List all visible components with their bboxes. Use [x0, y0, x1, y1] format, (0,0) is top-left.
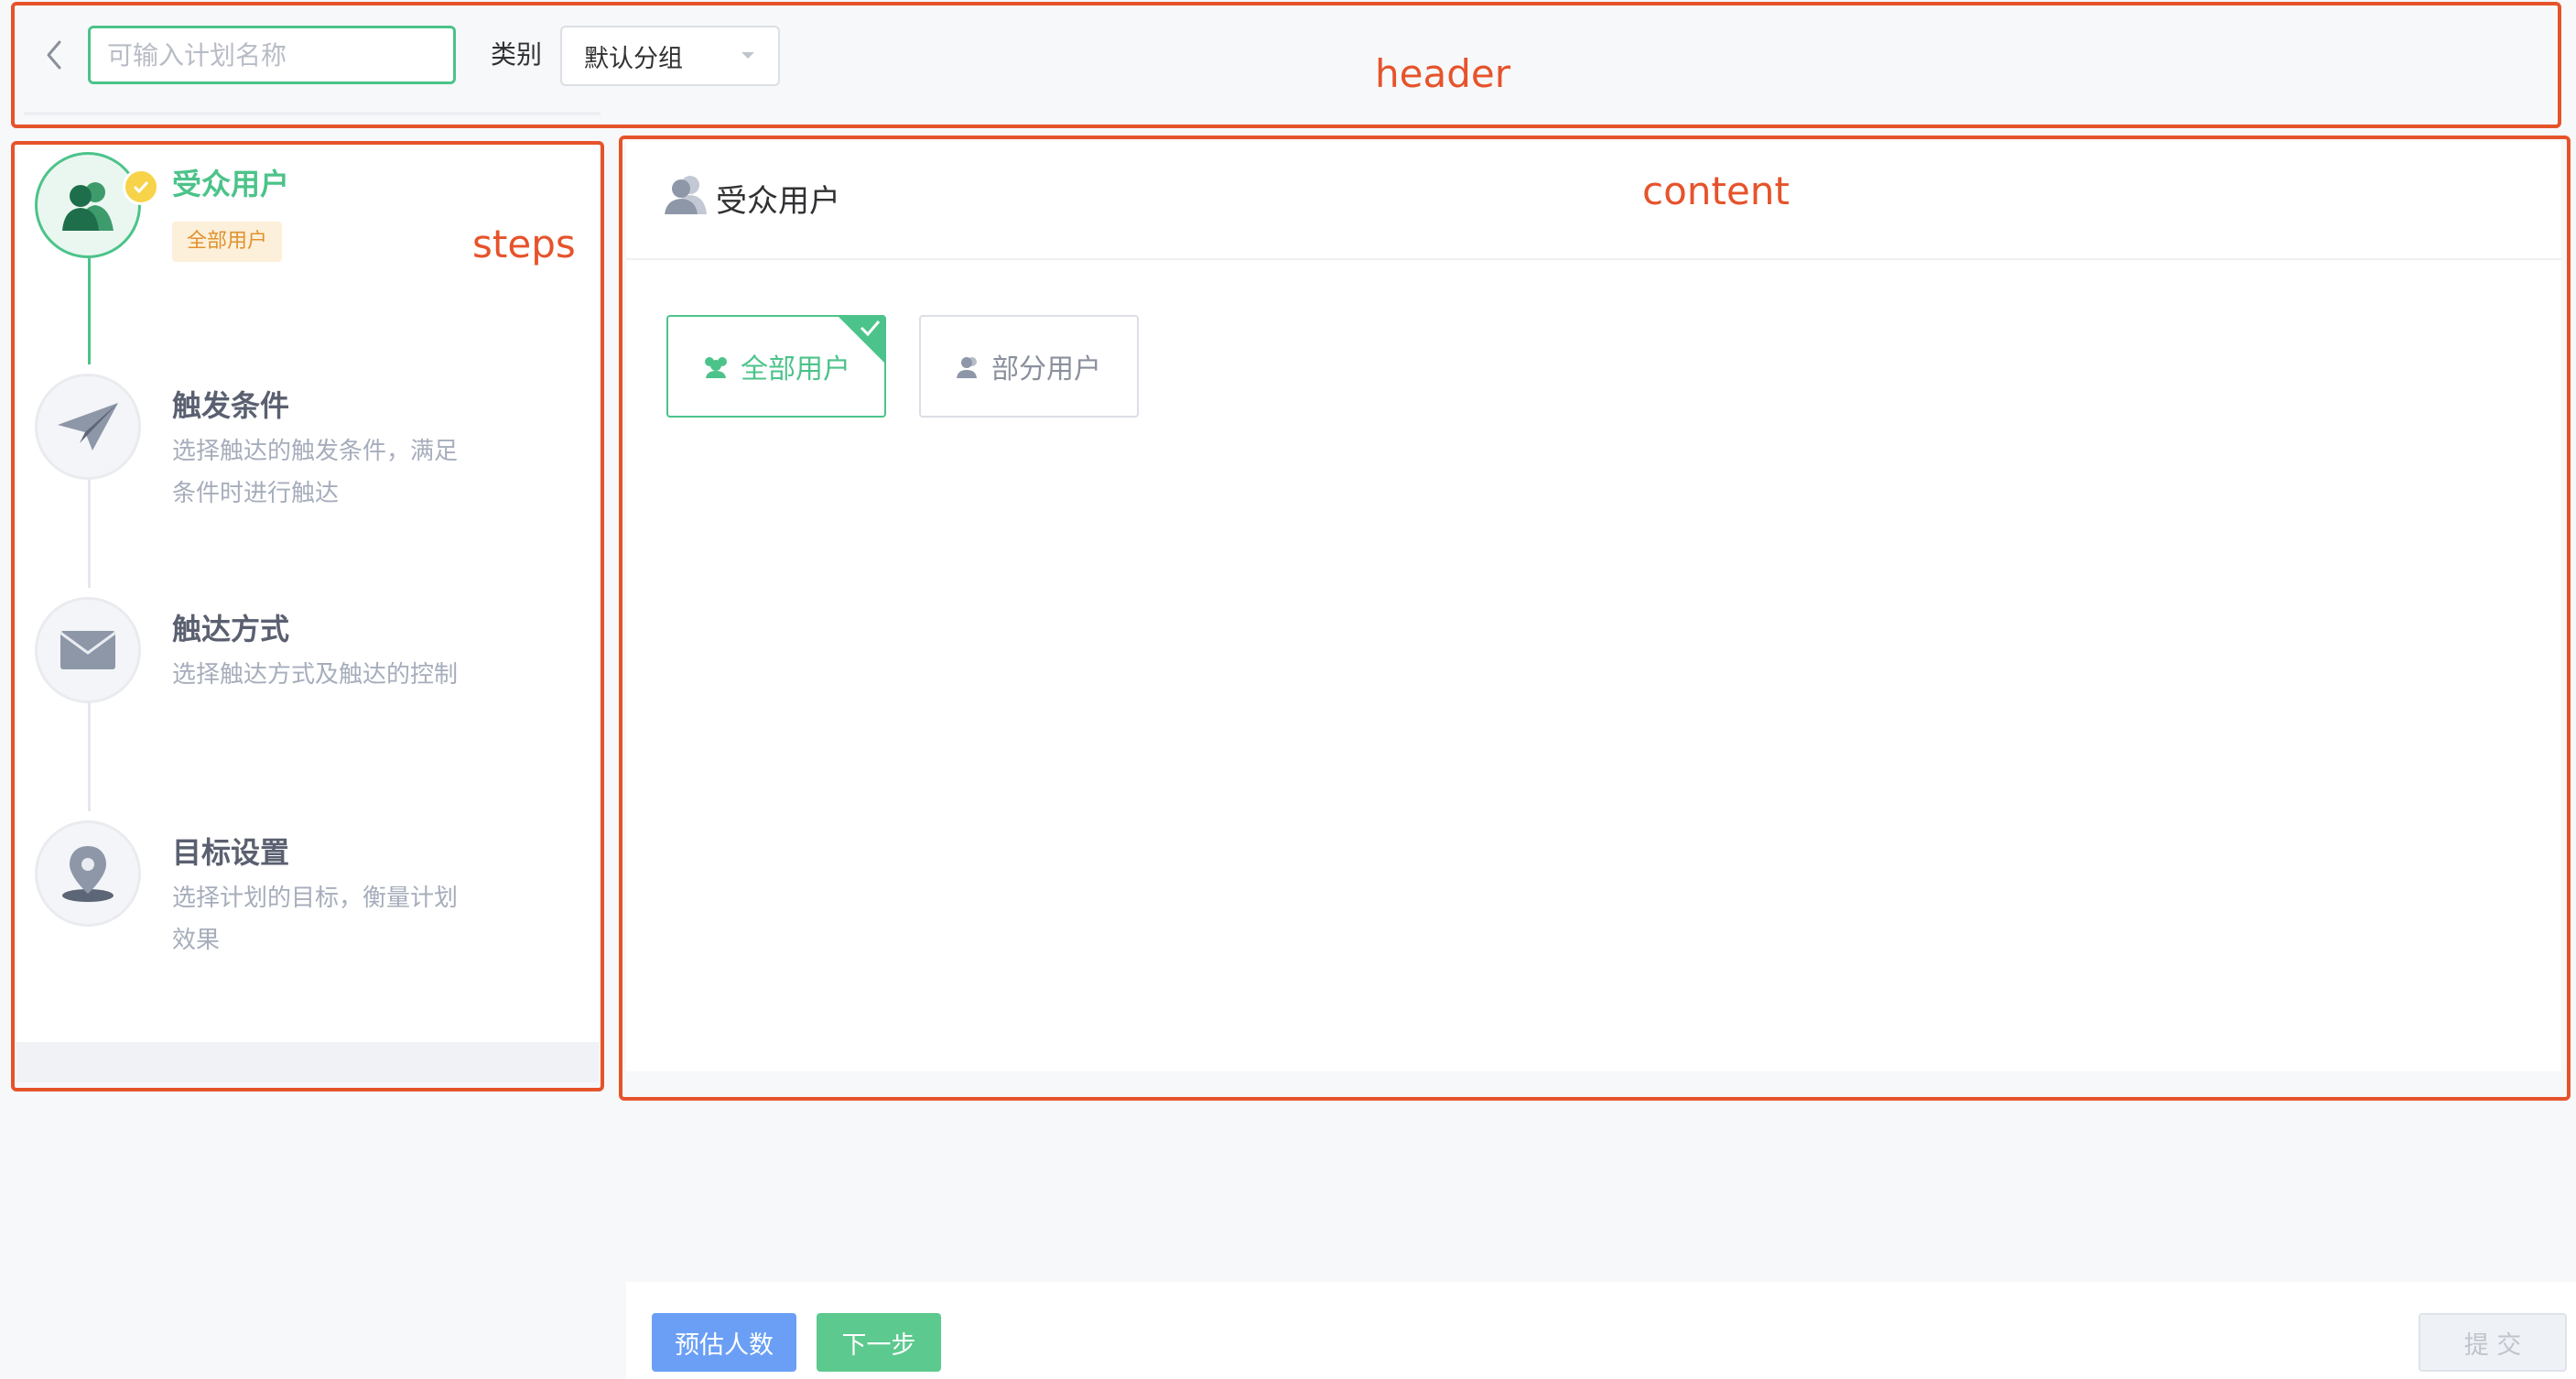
- user-icon: [665, 176, 707, 214]
- option-partial-users[interactable]: 部分用户: [919, 315, 1139, 418]
- next-step-button[interactable]: 下一步: [817, 1313, 941, 1372]
- caret-down-icon: [741, 52, 754, 59]
- estimate-count-button[interactable]: 预估人数: [652, 1313, 796, 1372]
- category-label: 类别: [491, 39, 543, 70]
- submit-button[interactable]: 提 交: [2419, 1313, 2567, 1372]
- step-description: 选择触达的触发条件，满足条件时进行触达: [172, 438, 459, 507]
- step-title: 目标设置: [172, 835, 290, 870]
- paper-plane-icon: [58, 403, 118, 451]
- chevron-left-icon: [47, 40, 61, 70]
- check-icon: [860, 320, 881, 337]
- content-panel: 受众用户 全部用户 部分用户: [626, 141, 2561, 1071]
- step-connector: [88, 471, 91, 588]
- plan-name-input[interactable]: [88, 26, 456, 84]
- step-title: 触发条件: [172, 388, 290, 423]
- step-title: 受众用户: [172, 167, 290, 201]
- steps-panel-footer: [16, 1042, 599, 1082]
- step-title: 触达方式: [172, 612, 290, 646]
- header-divider: [24, 112, 601, 115]
- envelope-icon: [60, 631, 116, 669]
- option-all-users[interactable]: 全部用户: [666, 315, 886, 418]
- step-description: 选择触达方式及触达的控制: [172, 661, 459, 689]
- header-bar: 类别 默认分组: [0, 0, 2576, 119]
- content-header: 受众用户: [626, 141, 2561, 260]
- user-icon: [957, 357, 977, 378]
- step-icon-circle: [35, 820, 141, 927]
- category-select[interactable]: 默认分组: [560, 26, 780, 86]
- step-icon-circle: [35, 597, 141, 703]
- check-badge-icon: [123, 168, 159, 205]
- footer-bar: 预估人数 下一步 提 交: [626, 1282, 2576, 1379]
- option-label: 部分用户: [991, 353, 1101, 385]
- content-title: 受众用户: [716, 183, 840, 220]
- location-pin-icon: [62, 846, 114, 902]
- step-icon-circle: [35, 374, 141, 480]
- users-icon: [62, 182, 114, 231]
- back-button[interactable]: [33, 31, 75, 79]
- users-icon: [705, 357, 727, 378]
- step-icon-circle: [35, 152, 141, 258]
- step-tag: 全部用户: [172, 222, 283, 262]
- step-connector: [88, 694, 91, 811]
- category-select-value: 默认分组: [584, 44, 683, 73]
- steps-panel: 受众用户 全部用户 触发条件 选择触达的触发条件，满足条件时进行触达 触达方式 …: [16, 145, 599, 1042]
- step-connector: [88, 253, 91, 364]
- step-description: 选择计划的目标，衡量计划效果: [172, 885, 459, 954]
- option-label: 全部用户: [741, 353, 850, 385]
